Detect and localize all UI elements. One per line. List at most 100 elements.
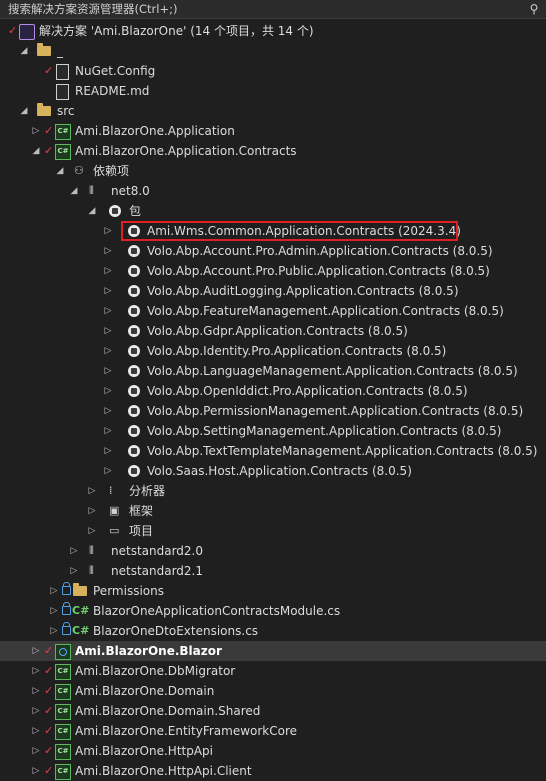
- expand-icon[interactable]: ▷: [30, 641, 42, 661]
- tree-item-label: Volo.Saas.Host.Application.Contracts (8.…: [147, 464, 412, 478]
- collapse-icon[interactable]: ◢: [86, 201, 98, 221]
- tree-item-folder[interactable]: ◢ src: [0, 101, 546, 121]
- expand-icon[interactable]: ▷: [102, 321, 114, 341]
- expand-icon[interactable]: ▷: [102, 381, 114, 401]
- package-icon: [128, 325, 140, 337]
- tree-item-solution[interactable]: ✓ 解决方案 'Ami.BlazorOne' (14 个项目，共 14 个): [0, 21, 546, 41]
- expand-icon[interactable]: ▷: [102, 341, 114, 361]
- tree-item-package[interactable]: ▷ Volo.Abp.Account.Pro.Admin.Application…: [0, 241, 546, 261]
- expand-icon[interactable]: ▷: [102, 301, 114, 321]
- search-input[interactable]: 搜索解决方案资源管理器(Ctrl+;): [0, 1, 522, 17]
- tree-item-package[interactable]: ▷ Volo.Abp.Gdpr.Application.Contracts (8…: [0, 321, 546, 341]
- tree-item-project[interactable]: ▷ ✓ C# Ami.BlazorOne.HttpApi: [0, 741, 546, 761]
- tree-item-project[interactable]: ▷ ✓ C# Ami.BlazorOne.HttpApi.Client: [0, 761, 546, 781]
- framework-icon: ⦀: [89, 564, 94, 577]
- tree-item-label: 依赖项: [93, 164, 130, 178]
- tree-item-package[interactable]: ▷ Volo.Abp.Identity.Pro.Application.Cont…: [0, 341, 546, 361]
- package-icon: [128, 405, 140, 417]
- expand-icon[interactable]: ▷: [102, 241, 114, 261]
- package-icon: [128, 445, 140, 457]
- tree-item-framework[interactable]: ▷ ⦀ netstandard2.0: [0, 541, 546, 561]
- expand-icon[interactable]: ▷: [102, 461, 114, 481]
- tree-item-label: README.md: [75, 84, 150, 98]
- search-icon[interactable]: ⚲: [522, 2, 546, 16]
- expand-icon[interactable]: ▷: [30, 721, 42, 741]
- collapse-icon[interactable]: ◢: [30, 141, 42, 161]
- tree-item-packages[interactable]: ◢ 包: [0, 201, 546, 221]
- expand-icon[interactable]: ▷: [30, 741, 42, 761]
- expand-icon[interactable]: ▷: [30, 761, 42, 781]
- tree-item-label: Ami.BlazorOne.EntityFrameworkCore: [75, 724, 298, 738]
- tree-item-label: Ami.Wms.Common.Application.Contracts (20…: [147, 224, 461, 238]
- tree-item-project-selected[interactable]: ▷ ✓ Ami.BlazorOne.Blazor: [0, 641, 546, 661]
- tree-item-frameworks[interactable]: ▷ ▣ 框架: [0, 501, 546, 521]
- tree-item-label: Volo.Abp.LanguageManagement.Application.…: [147, 364, 518, 378]
- expand-icon[interactable]: ▷: [102, 361, 114, 381]
- expand-icon[interactable]: ▷: [48, 601, 60, 621]
- tree-item-package[interactable]: ▷ Volo.Abp.SettingManagement.Application…: [0, 421, 546, 441]
- expand-icon[interactable]: ▷: [102, 401, 114, 421]
- tree-item-package[interactable]: ▷ Volo.Abp.Account.Pro.Public.Applicatio…: [0, 261, 546, 281]
- tree-item-project[interactable]: ◢ ✓ C# Ami.BlazorOne.Application.Contrac…: [0, 141, 546, 161]
- tree-item-package[interactable]: ▷ Volo.Abp.LanguageManagement.Applicatio…: [0, 361, 546, 381]
- collapse-icon[interactable]: ◢: [18, 101, 30, 121]
- csharp-project-icon: C#: [55, 124, 71, 140]
- tree-item-project[interactable]: ▷ ✓ C# Ami.BlazorOne.EntityFrameworkCore: [0, 721, 546, 741]
- expand-icon[interactable]: ▷: [30, 661, 42, 681]
- expand-icon[interactable]: ▷: [102, 281, 114, 301]
- tree-item-framework[interactable]: ◢ ⦀ net8.0: [0, 181, 546, 201]
- tree-item-project-refs[interactable]: ▷ ▭ 项目: [0, 521, 546, 541]
- collapse-icon[interactable]: ◢: [18, 41, 30, 61]
- tree-item-package[interactable]: ▷ Volo.Abp.FeatureManagement.Application…: [0, 301, 546, 321]
- tree-item-label: Permissions: [93, 584, 164, 598]
- tree-item-framework[interactable]: ▷ ⦀ netstandard2.1: [0, 561, 546, 581]
- tree-item-analyzers[interactable]: ▷ ⁞ 分析器: [0, 481, 546, 501]
- package-icon: [128, 225, 140, 237]
- expand-icon[interactable]: ▷: [48, 581, 60, 601]
- expand-icon[interactable]: ▷: [86, 521, 98, 541]
- expand-icon[interactable]: ▷: [102, 261, 114, 281]
- tree-item-package[interactable]: ▷ Volo.Saas.Host.Application.Contracts (…: [0, 461, 546, 481]
- tree-item-file[interactable]: ▷ C# BlazorOneApplicationContractsModule…: [0, 601, 546, 621]
- expand-icon[interactable]: ▷: [102, 421, 114, 441]
- tree-item-label: Ami.BlazorOne.Application: [75, 124, 235, 138]
- expand-icon[interactable]: ▷: [30, 121, 42, 141]
- analyzer-icon: ⁞: [109, 484, 113, 497]
- tree-item-label: Volo.Abp.AuditLogging.Application.Contra…: [147, 284, 459, 298]
- expand-icon[interactable]: ▷: [68, 561, 80, 581]
- tree-item-package[interactable]: ▷ Volo.Abp.OpenIddict.Pro.Application.Co…: [0, 381, 546, 401]
- tree-item-label: netstandard2.1: [111, 564, 204, 578]
- expand-icon[interactable]: ▷: [68, 541, 80, 561]
- expand-icon[interactable]: ▷: [30, 701, 42, 721]
- expand-icon[interactable]: ▷: [86, 501, 98, 521]
- tree-item-folder[interactable]: ▷ Permissions: [0, 581, 546, 601]
- expand-icon[interactable]: ▷: [30, 681, 42, 701]
- tree-item-label: Volo.Abp.TextTemplateManagement.Applicat…: [147, 444, 538, 458]
- collapse-icon[interactable]: ◢: [68, 181, 80, 201]
- tree-item-package[interactable]: ▷ Ami.Wms.Common.Application.Contracts (…: [0, 221, 546, 241]
- expand-icon[interactable]: ▷: [86, 481, 98, 501]
- expand-icon[interactable]: ▷: [102, 221, 114, 241]
- tree-item-package[interactable]: ▷ Volo.Abp.AuditLogging.Application.Cont…: [0, 281, 546, 301]
- tree-item-folder[interactable]: ◢ _: [0, 41, 546, 61]
- check-icon: ✓: [44, 704, 54, 717]
- tree-item-file[interactable]: ▷ C# BlazorOneDtoExtensions.cs: [0, 621, 546, 641]
- tree-item-label: Ami.BlazorOne.HttpApi: [75, 744, 213, 758]
- tree-item-label: netstandard2.0: [111, 544, 204, 558]
- tree-item-project[interactable]: ▷ ✓ C# Ami.BlazorOne.DbMigrator: [0, 661, 546, 681]
- expand-icon[interactable]: ▷: [102, 441, 114, 461]
- expand-icon[interactable]: ▷: [48, 621, 60, 641]
- collapse-icon[interactable]: ◢: [54, 161, 66, 181]
- tree-item-project[interactable]: ▷ ✓ C# Ami.BlazorOne.Application: [0, 121, 546, 141]
- tree-item-package[interactable]: ▷ Volo.Abp.PermissionManagement.Applicat…: [0, 401, 546, 421]
- markdown-file-icon: [56, 84, 69, 100]
- check-icon: ✓: [44, 144, 54, 157]
- check-icon: ✓: [44, 124, 54, 137]
- tree-item-project[interactable]: ▷ ✓ C# Ami.BlazorOne.Domain.Shared: [0, 701, 546, 721]
- tree-item-project[interactable]: ▷ ✓ C# Ami.BlazorOne.Domain: [0, 681, 546, 701]
- tree-item-package[interactable]: ▷ Volo.Abp.TextTemplateManagement.Applic…: [0, 441, 546, 461]
- tree-item-file[interactable]: ✓ NuGet.Config: [0, 61, 546, 81]
- tree-item-dependencies[interactable]: ◢ ⚇ 依赖项: [0, 161, 546, 181]
- tree-item-file[interactable]: README.md: [0, 81, 546, 101]
- search-bar[interactable]: 搜索解决方案资源管理器(Ctrl+;) ⚲: [0, 0, 546, 19]
